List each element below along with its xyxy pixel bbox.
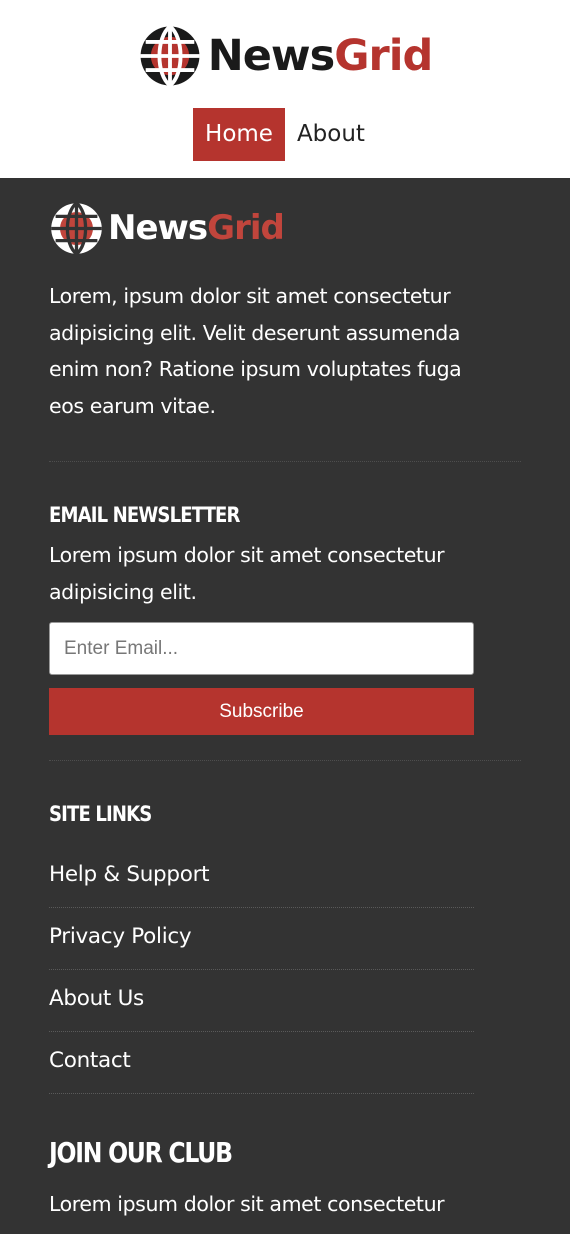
link-about-us[interactable]: About Us <box>49 970 474 1032</box>
footer-logo[interactable]: NewsGrid <box>49 200 521 256</box>
brand-name: NewsGrid <box>207 30 434 81</box>
divider <box>49 760 521 761</box>
newsletter-title: Email Newsletter <box>49 503 240 527</box>
newsletter-text: Lorem ipsum dolor sit amet consectetur a… <box>49 543 445 604</box>
main-nav: Home About <box>193 108 377 161</box>
join-club-text: Lorem ipsum dolor sit amet consectetur <box>49 1192 445 1216</box>
header-logo[interactable]: NewsGrid <box>138 23 433 89</box>
site-links-list: Help & Support Privacy Policy About Us C… <box>49 846 474 1094</box>
brand-name: NewsGrid <box>108 208 285 248</box>
footer-about-text: Lorem, ipsum dolor sit amet consectetur … <box>49 284 462 418</box>
site-links-title: Site Links <box>49 802 152 826</box>
link-privacy-policy[interactable]: Privacy Policy <box>49 908 474 970</box>
site-footer: NewsGrid Lorem, ipsum dolor sit amet con… <box>0 178 570 1234</box>
email-input[interactable] <box>49 622 474 675</box>
globe-icon <box>51 201 102 255</box>
site-header: NewsGrid Home About <box>0 0 570 178</box>
link-help-support[interactable]: Help & Support <box>49 846 474 908</box>
divider <box>49 461 521 462</box>
link-contact[interactable]: Contact <box>49 1032 474 1094</box>
globe-icon <box>140 25 200 87</box>
nav-item-about[interactable]: About <box>285 108 377 161</box>
join-club-title: Join Our Club <box>49 1136 233 1169</box>
nav-item-home[interactable]: Home <box>193 108 285 161</box>
subscribe-button[interactable]: Subscribe <box>49 688 474 735</box>
